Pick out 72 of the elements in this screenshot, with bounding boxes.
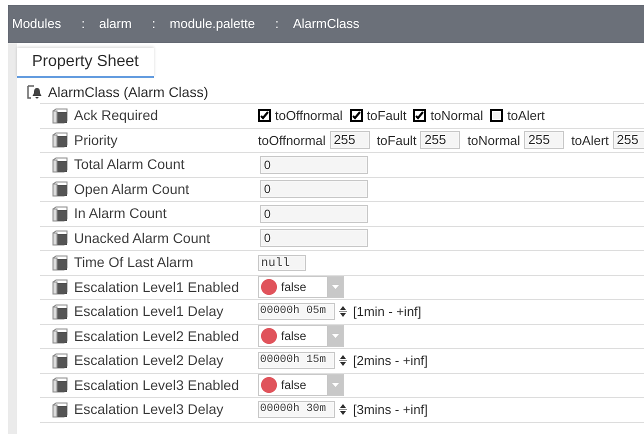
property-label: Priority [74,130,118,150]
bell-icon [27,84,43,100]
property-label: In Alarm Count [74,204,167,224]
object-name: AlarmClass (Alarm Class) [48,82,208,102]
field-label: toAlert [571,132,609,150]
breadcrumb-separator: : [274,15,280,34]
time-field[interactable]: 00000h 15m [258,352,335,370]
property-label: Escalation Level1 Enabled [74,278,240,297]
property-label: Open Alarm Count [74,180,190,199]
cube-icon [52,304,68,320]
caret-icon [332,285,338,290]
range-text: [1min - +inf] [353,303,422,321]
breadcrumb-separator: : [80,15,86,34]
property-label: Escalation Level2 Enabled [74,326,240,346]
caret-icon [332,334,338,338]
dropdown[interactable]: false [258,325,344,348]
range-text: [3mins - +inf] [353,401,428,419]
cube-icon [52,377,68,394]
input-field[interactable]: 0 [260,229,368,248]
input-field[interactable]: 255 [524,131,564,150]
property-label: Total Alarm Count [74,155,184,174]
cube-icon [52,132,68,148]
property-label: Escalation Level3 Delay [74,400,224,420]
dropdown[interactable]: false [258,276,344,298]
cube-icon [52,181,68,198]
cube-icon [52,206,68,222]
checkbox-label: toNormal [430,107,484,125]
breadcrumb-separator: : [150,15,156,34]
checkbox-label: toFault [366,107,406,125]
breadcrumb-link[interactable]: AlarmClass [288,14,370,34]
input-field[interactable]: 0 [260,180,368,198]
breadcrumb-link[interactable]: alarm [95,14,142,34]
time-field[interactable]: 00000h 05m [258,303,335,320]
property-label: Unacked Alarm Count [74,228,210,248]
property-label: Escalation Level3 Enabled [74,376,240,395]
cube-icon [52,254,68,271]
checkbox-label: toOffnormal [275,107,343,125]
input-field[interactable]: 0 [260,204,368,223]
range-text: [2mins - +inf] [353,352,428,370]
tab[interactable]: Property Sheet [17,48,154,78]
property-label: Escalation Level2 Delay [74,351,224,370]
caret-icon [332,383,338,388]
cube-icon [52,279,68,296]
input-field[interactable]: 255 [420,131,460,150]
spinner-icon[interactable] [339,354,347,368]
checkbox[interactable] [413,109,426,122]
breadcrumb-link[interactable]: Modules [8,14,72,34]
input-field[interactable]: 0 [260,156,368,174]
dropdown[interactable]: false [258,374,344,396]
cube-icon [52,108,68,124]
checkbox[interactable] [258,109,271,122]
checkbox-label: toAlert [507,107,545,125]
breadcrumb-link[interactable]: module.palette [166,14,265,34]
cube-icon [52,352,68,369]
field-label: toNormal [467,132,520,150]
cube-icon [52,402,68,418]
checkbox[interactable] [490,109,504,122]
field-label: toFault [376,132,416,150]
input-field[interactable]: 255 [612,131,644,150]
checkbox[interactable] [350,109,363,122]
spinner-icon[interactable] [339,305,347,318]
input-field[interactable]: 255 [330,131,370,150]
value-field: null [258,254,306,271]
cube-icon [52,156,68,173]
property-label: Ack Required [74,106,158,126]
cube-icon [52,230,68,246]
spinner-icon[interactable] [339,403,347,416]
field-label: toOffnormal [258,132,326,150]
cube-icon [52,328,68,344]
property-label: Time Of Last Alarm [74,253,194,272]
property-label: Escalation Level1 Delay [74,302,224,322]
time-field[interactable]: 00000h 30m [258,401,335,418]
